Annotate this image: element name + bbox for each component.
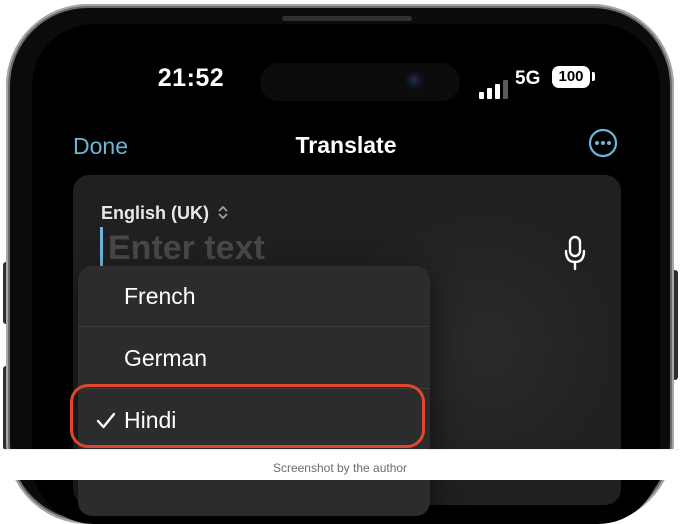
menu-item-french[interactable]: French xyxy=(78,266,430,327)
menu-item-label: French xyxy=(124,283,196,309)
speaker-grille xyxy=(282,16,412,21)
chevron-up-down-icon xyxy=(218,206,228,219)
microphone-icon[interactable] xyxy=(563,235,587,271)
cellular-signal-icon xyxy=(479,80,508,99)
menu-item-german[interactable]: German xyxy=(78,328,430,389)
network-type: 5G xyxy=(515,68,541,89)
source-language-picker[interactable]: English (UK) xyxy=(101,203,228,224)
dynamic-island xyxy=(260,63,460,101)
image-caption: Screenshot by the author xyxy=(272,461,408,475)
text-caret xyxy=(100,227,103,267)
page-title: Translate xyxy=(295,132,397,158)
done-button[interactable]: Done xyxy=(73,133,128,160)
source-text-input[interactable] xyxy=(108,228,438,268)
front-camera xyxy=(406,72,424,90)
menu-divider xyxy=(78,326,430,327)
battery-indicator: 100 xyxy=(552,66,590,88)
menu-item-label: German xyxy=(124,345,208,371)
ellipsis-circle-icon[interactable] xyxy=(588,128,618,158)
source-language-label: English (UK) xyxy=(101,203,209,223)
status-time: 21:52 xyxy=(157,64,225,92)
battery-tip xyxy=(592,72,595,81)
selection-highlight-outline xyxy=(70,384,425,448)
